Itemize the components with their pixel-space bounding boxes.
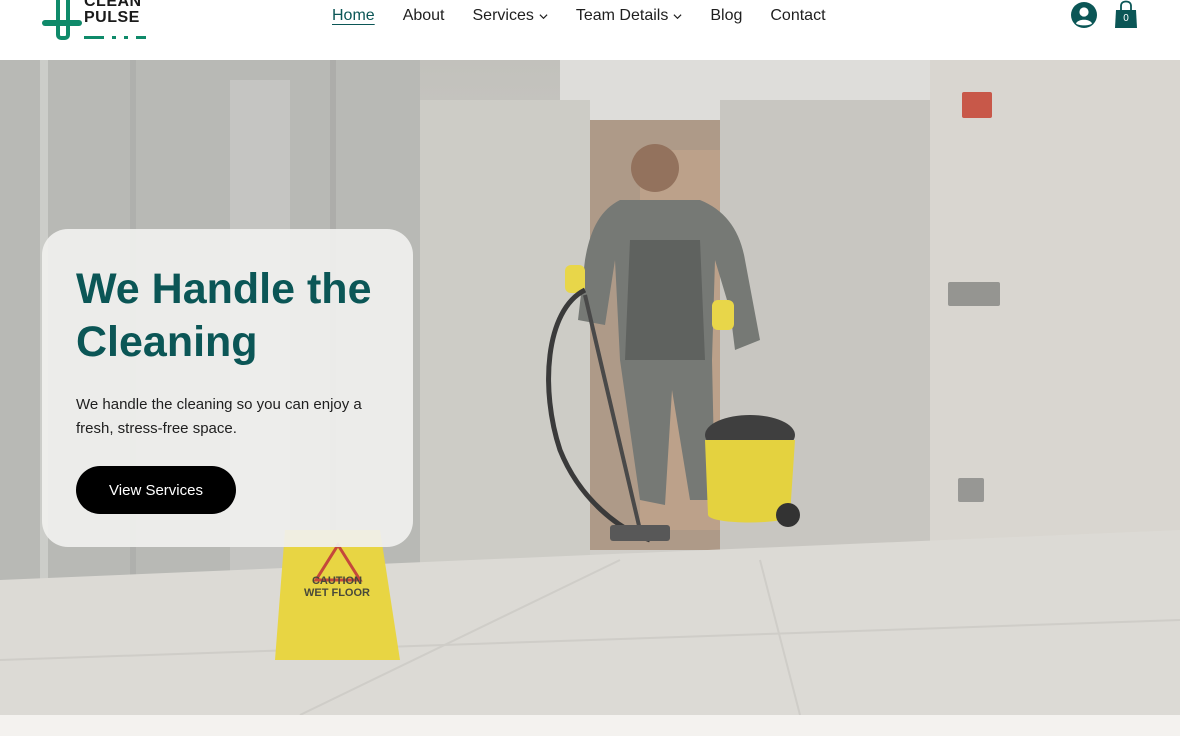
cart-count-badge: 0 — [1123, 13, 1129, 24]
nav-home-label: Home — [332, 7, 375, 24]
nav-contact-label: Contact — [770, 7, 826, 24]
account-button[interactable] — [1070, 1, 1098, 29]
nav-about-label: About — [402, 7, 445, 24]
logo-word-pulse: PULSE — [84, 9, 140, 26]
user-circle-icon — [1071, 2, 1097, 28]
nav-blog[interactable]: Blog — [710, 7, 742, 25]
hero-card: We Handle the Cleaning We handle the cle… — [42, 229, 413, 547]
chevron-down-icon — [673, 13, 682, 19]
nav-services-label: Services — [472, 7, 534, 24]
nav-team-details[interactable]: Team Details — [576, 7, 682, 25]
nav-home[interactable]: Home — [332, 7, 375, 25]
nav-services[interactable]: Services — [473, 7, 548, 25]
brand-logo[interactable]: CLEAN PULSE — [40, 0, 155, 40]
chevron-down-icon — [539, 13, 548, 19]
nav-contact[interactable]: Contact — [770, 7, 825, 25]
next-section-edge — [0, 715, 1180, 736]
main-nav: Home About Services Team Details Blog Co… — [332, 5, 854, 27]
hero-title: We Handle the Cleaning — [76, 265, 372, 366]
nav-blog-label: Blog — [710, 7, 743, 24]
logo-wordmark: CLEAN PULSE — [84, 0, 142, 26]
cart-button[interactable]: 0 — [1114, 0, 1138, 30]
site-header: CLEAN PULSE Home About Services Team Det… — [0, 0, 1180, 60]
nav-team-details-label: Team Details — [575, 7, 669, 24]
view-services-button[interactable]: View Services — [76, 466, 236, 514]
hero-section: CAUTION WET FLOOR We Handle the Cleaning… — [0, 60, 1180, 715]
view-services-label: View Services — [109, 481, 203, 499]
nav-about[interactable]: About — [403, 7, 445, 25]
hero-description: We handle the cleaning so you can enjoy … — [76, 396, 362, 437]
